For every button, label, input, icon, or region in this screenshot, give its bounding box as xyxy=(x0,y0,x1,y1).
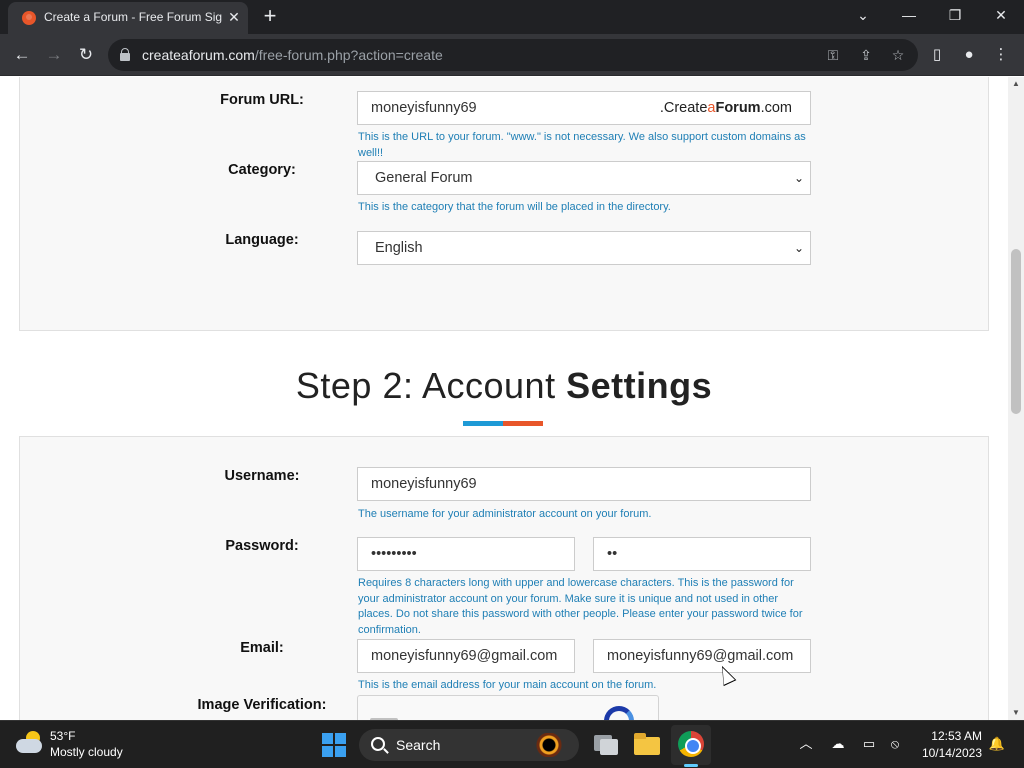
username-label: Username: xyxy=(224,468,300,484)
profile-icon[interactable]: ● xyxy=(958,44,980,66)
email-input[interactable]: moneyisfunny69@gmail.com xyxy=(357,639,575,673)
weather-description[interactable]: Mostly cloudy xyxy=(50,745,123,759)
new-tab-button[interactable]: + xyxy=(258,4,282,30)
forum-url-help: This is the URL to your forum. "www." is… xyxy=(358,131,806,159)
password-label: Password: xyxy=(225,538,299,554)
forum-url-input[interactable]: moneyisfunny69 .CreateaForum.com xyxy=(357,91,811,125)
category-help: This is the category that the forum will… xyxy=(358,201,671,213)
scroll-down-icon[interactable]: ▼ xyxy=(1008,706,1024,720)
username-input[interactable]: moneyisfunny69 xyxy=(357,467,811,501)
browser-tab[interactable]: Create a Forum - Free Forum Sign ✕ xyxy=(8,2,248,34)
recaptcha-logo-icon xyxy=(604,706,634,720)
email-help: This is the email address for your main … xyxy=(358,679,657,691)
recaptcha-widget xyxy=(357,695,659,720)
windows-start-icon[interactable] xyxy=(322,733,346,757)
site-favicon-icon xyxy=(22,11,36,25)
forum-url-label: Forum URL: xyxy=(220,92,304,108)
menu-kebab-icon[interactable]: ⋮ xyxy=(990,44,1012,66)
tab-title: Create a Forum - Free Forum Sign xyxy=(44,10,222,24)
scrollbar-thumb[interactable] xyxy=(1011,249,1021,414)
page-scrollbar[interactable]: ▲ ▼ xyxy=(1008,77,1024,720)
username-help: The username for your administrator acco… xyxy=(358,508,652,520)
weather-temperature[interactable]: 53°F xyxy=(50,729,75,743)
chevron-down-icon: ⌄ xyxy=(793,241,804,255)
browser-toolbar: ← → ↻ createaforum.com/free-forum.php?ac… xyxy=(0,34,1024,76)
back-arrow-icon[interactable]: ← xyxy=(9,42,35,68)
heading-underline-orange xyxy=(503,421,543,426)
close-window-button[interactable]: ✕ xyxy=(978,0,1024,32)
lock-icon[interactable] xyxy=(120,48,130,61)
heading-underline-blue xyxy=(463,421,503,426)
language-label: Language: xyxy=(225,232,299,248)
windows-taskbar: 53°F Mostly cloudy Search ︿ ☁ ▭ ⦸ 12:53 … xyxy=(0,720,1024,768)
taskbar-search[interactable]: Search xyxy=(359,729,579,761)
step2-heading: Step 2: Account Settings xyxy=(295,365,713,406)
browser-titlebar: Create a Forum - Free Forum Sign ✕ + ⌄ —… xyxy=(0,0,1024,34)
notification-bell-icon[interactable]: 🔔 xyxy=(986,733,1008,755)
key-icon[interactable]: ⚿ xyxy=(823,45,843,65)
password-input[interactable]: ••••••••• xyxy=(357,537,575,571)
account-settings-panel: Username: moneyisfunny69 The username fo… xyxy=(19,436,989,720)
restore-button[interactable]: ❐ xyxy=(932,0,978,32)
clock-time[interactable]: 12:53 AM xyxy=(920,729,982,743)
category-label: Category: xyxy=(228,162,296,178)
search-label: Search xyxy=(396,737,441,753)
weather-cloudy-icon[interactable] xyxy=(16,731,44,755)
minimize-button[interactable]: — xyxy=(886,0,932,32)
share-icon[interactable]: ⇪ xyxy=(856,45,876,65)
clock-date[interactable]: 10/14/2023 xyxy=(910,746,982,760)
tab-list-icon[interactable]: ⌄ xyxy=(840,0,886,32)
reload-icon[interactable]: ↻ xyxy=(73,42,99,68)
file-explorer-icon[interactable] xyxy=(634,731,660,757)
email-confirm-input[interactable]: moneyisfunny69@gmail.com xyxy=(593,639,811,673)
forum-domain-suffix: .CreateaForum.com xyxy=(659,100,792,116)
email-label: Email: xyxy=(240,640,284,656)
network-volume-icon[interactable]: ⦸ xyxy=(884,733,906,755)
bookmark-star-icon[interactable]: ☆ xyxy=(888,45,908,65)
category-select[interactable]: General Forum ⌄ xyxy=(357,161,811,195)
chevron-up-icon[interactable]: ︿ xyxy=(795,733,817,755)
onedrive-cloud-icon[interactable]: ☁ xyxy=(827,733,849,755)
address-bar[interactable]: createaforum.com/free-forum.php?action=c… xyxy=(108,39,918,71)
chrome-icon[interactable] xyxy=(678,731,704,757)
scroll-up-icon[interactable]: ▲ xyxy=(1008,77,1024,91)
page-viewport: Forum URL: moneyisfunny69 .CreateaForum.… xyxy=(0,77,1008,720)
password-help: Requires 8 characters long with upper an… xyxy=(358,577,803,636)
chrome-running-indicator xyxy=(684,764,698,767)
search-highlight-image xyxy=(527,733,571,757)
display-icon[interactable]: ▭ xyxy=(858,733,880,755)
image-verification-label: Image Verification: xyxy=(197,697,327,713)
task-view-icon[interactable] xyxy=(592,731,618,757)
password-confirm-input[interactable]: •• xyxy=(593,537,811,571)
url-text[interactable]: createaforum.com/free-forum.php?action=c… xyxy=(142,47,443,63)
forum-settings-panel: Forum URL: moneyisfunny69 .CreateaForum.… xyxy=(19,77,989,331)
forward-arrow-icon[interactable]: → xyxy=(41,42,67,68)
language-select[interactable]: English ⌄ xyxy=(357,231,811,265)
side-panel-icon[interactable]: ▯ xyxy=(926,44,948,66)
tab-close-icon[interactable]: ✕ xyxy=(226,8,242,26)
search-icon xyxy=(371,737,385,751)
chevron-down-icon: ⌄ xyxy=(793,171,804,185)
